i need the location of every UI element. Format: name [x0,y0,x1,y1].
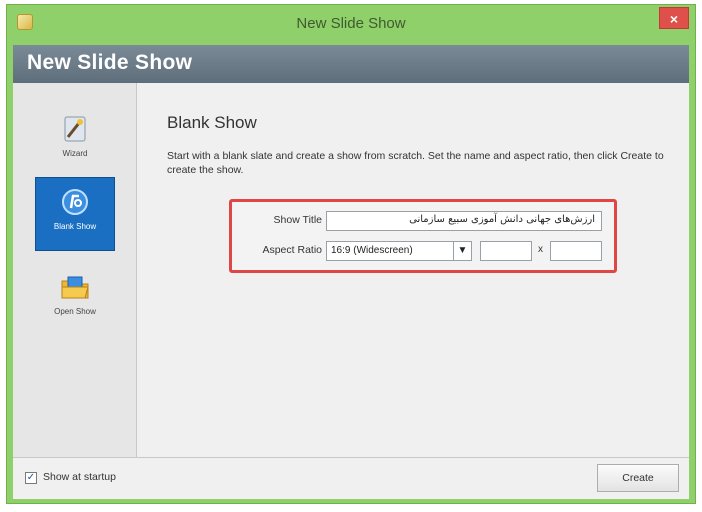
aspect-ratio-label: Aspect Ratio [262,244,322,256]
sidebar: Wizard Blank Show Open Show [13,83,137,457]
create-button[interactable]: Create [597,464,679,492]
title-bar: New Slide Show × [7,5,695,45]
show-at-startup-checkbox[interactable]: ✓ [25,472,37,484]
dimension-separator: x [538,244,543,255]
open-show-icon [61,276,89,299]
sidebar-item-label: Open Show [54,307,96,316]
section-title: Blank Show [167,113,257,132]
dialog-header: New Slide Show [13,45,689,83]
blank-show-icon [62,189,88,215]
dropdown-arrow-icon[interactable]: ▼ [453,242,471,260]
sidebar-item-label: Wizard [62,149,88,158]
section-description: Start with a blank slate and create a sh… [167,150,664,176]
show-title-input[interactable]: ارزش‌های جهانی دانش آموزی سبیع سازمانی [326,211,602,231]
wizard-icon [64,116,86,142]
sidebar-item-wizard[interactable]: Wizard [35,105,115,179]
sidebar-item-label: Blank Show [53,222,97,231]
sidebar-item-blank-show[interactable]: Blank Show [35,177,115,251]
close-button[interactable]: × [659,7,689,29]
aspect-ratio-select[interactable]: 16:9 (Widescreen) ▼ [326,241,472,261]
width-input[interactable] [480,241,532,261]
show-settings-form: Show Title ارزش‌های جهانی دانش آموزی سبی… [229,199,617,273]
window-title: New Slide Show [296,15,406,32]
show-title-label: Show Title [273,214,322,226]
new-slide-show-window: New Slide Show × New Slide Show Wizard B… [6,4,696,504]
main-panel: Blank Show Start with a blank slate and … [153,83,683,457]
dialog-content: Wizard Blank Show Open Show Blank Show S… [13,83,689,457]
dialog-header-title: New Slide Show [27,51,193,74]
aspect-ratio-value: 16:9 (Widescreen) [331,245,413,256]
dialog-footer: ✓ Show at startup Create [13,457,689,499]
height-input[interactable] [550,241,602,261]
show-at-startup-label: Show at startup [43,471,116,483]
sidebar-item-open-show[interactable]: Open Show [35,263,115,337]
